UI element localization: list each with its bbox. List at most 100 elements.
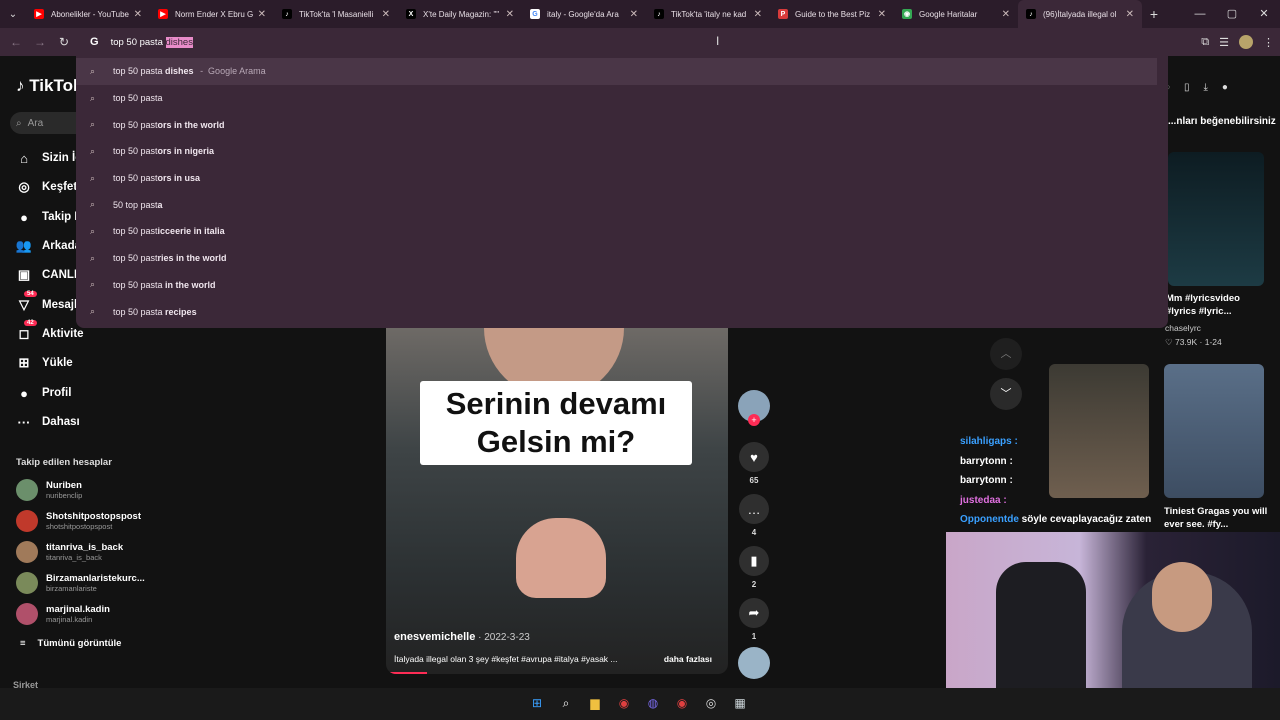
see-more-link[interactable]: daha fazlası: [664, 654, 712, 664]
maximize-button[interactable]: ▢: [1216, 0, 1248, 28]
tab-list-icon[interactable]: ☰: [1219, 36, 1229, 49]
sidebar-icon: ◎: [16, 179, 32, 195]
browser-tab[interactable]: ▶ Abonelikler - YouTube ✕: [26, 0, 150, 28]
minimize-button[interactable]: —: [1184, 0, 1216, 28]
new-tab-button[interactable]: +: [1142, 6, 1166, 22]
followed-account[interactable]: Nuriben nuribenclip: [16, 479, 156, 501]
browser-tab[interactable]: ◉ Google Haritalar ✕: [894, 0, 1018, 28]
suggested-video-1-title[interactable]: Mm #lyricsvideo #lyrics #lyric...: [1166, 292, 1266, 318]
tab-close-icon[interactable]: ✕: [754, 9, 762, 20]
like-button[interactable]: ♥ 65: [738, 442, 770, 485]
tab-title: Guide to the Best Piz: [795, 9, 871, 19]
followed-account[interactable]: titanriva_is_back titanriva_is_back: [16, 541, 156, 563]
browser-toolbar: ← → ↻ G top 50 pasta dishes ⧉ ☰ ⋮: [0, 28, 1280, 56]
omnibox-suggestion[interactable]: ⌕ top 50 past ries in the world: [76, 245, 1168, 272]
share-button[interactable]: ➦ 1: [738, 598, 770, 641]
chrome-icon[interactable]: ◉: [615, 694, 633, 712]
sidebar-item[interactable]: ··· Dahası: [16, 414, 80, 430]
menu-kebab-icon[interactable]: ⋮: [1263, 36, 1274, 49]
address-bar[interactable]: G top 50 pasta dishes: [78, 30, 1158, 54]
music-disc-avatar[interactable]: [738, 647, 770, 679]
file-explorer-icon[interactable]: ▆: [586, 694, 604, 712]
browser-tab[interactable]: ♪ (96)İtalyada illegal ol ✕: [1018, 0, 1142, 28]
search-icon: ⌕: [90, 252, 96, 263]
tab-close-icon[interactable]: ✕: [1126, 9, 1134, 20]
tab-close-icon[interactable]: ✕: [382, 9, 390, 20]
browser-tab[interactable]: P Guide to the Best Piz ✕: [770, 0, 894, 28]
sidebar-item[interactable]: ◎ Keşfet: [16, 179, 77, 195]
sidebar-item[interactable]: ◻ 42 Aktivite: [16, 320, 84, 342]
omnibox-suggestion[interactable]: ⌕ top 50 past ors in nigeria: [76, 138, 1168, 165]
browser-tab[interactable]: ♪ TikTok'ta 'italy ne kad ✕: [646, 0, 770, 28]
followed-account[interactable]: marjinal.kadin marjinal.kadin: [16, 603, 156, 625]
back-button[interactable]: ←: [4, 35, 28, 49]
followed-account[interactable]: Birzamanlaristekurc... birzamanlariste: [16, 572, 156, 594]
user-avatar[interactable]: ●: [1222, 82, 1228, 93]
extensions-icon[interactable]: ⧉: [1201, 36, 1209, 49]
chat-message: barrytonn :: [960, 475, 1151, 495]
tab-close-icon[interactable]: ✕: [506, 9, 514, 20]
tiktok-note-icon: ♪: [16, 76, 25, 95]
phone-icon[interactable]: ▯: [1184, 82, 1190, 93]
tab-close-icon[interactable]: ✕: [878, 9, 886, 20]
suggested-video-thumb-2[interactable]: [1164, 364, 1264, 498]
search-icon: ⌕: [90, 145, 96, 156]
browser-tab[interactable]: ▶ Norm Ender X Ebru G ✕: [150, 0, 274, 28]
windows-start-icon[interactable]: ⊞: [528, 694, 546, 712]
search-icon[interactable]: ⌕: [557, 694, 575, 712]
see-all-button[interactable]: ≡ Tümünü görüntüle: [20, 638, 121, 649]
video-author[interactable]: enesvemichelle · 2022-3-23: [394, 631, 530, 643]
previous-video-button[interactable]: ︿: [990, 338, 1022, 370]
reload-button[interactable]: ↻: [52, 35, 76, 49]
sidebar-icon: ◻ 42: [16, 320, 37, 342]
follow-plus-icon[interactable]: +: [748, 414, 760, 426]
chat-username: barrytonn :: [960, 475, 1013, 486]
save-button[interactable]: ▮ 2: [738, 546, 770, 589]
comment-button[interactable]: … 4: [738, 494, 770, 537]
tab-close-icon[interactable]: ✕: [134, 9, 142, 20]
sidebar-item[interactable]: ▣ CANLI: [16, 267, 77, 283]
video-caption-overlay: Serinin devamı Gelsin mi?: [420, 381, 692, 465]
tab-favicon-icon: ♪: [654, 9, 664, 19]
video-hands: [516, 518, 606, 598]
close-window-button[interactable]: ✕: [1248, 0, 1280, 28]
browser-tab[interactable]: ♪ TikTok'ta 'l Masanielli ✕: [274, 0, 398, 28]
download-icon[interactable]: ⤓: [1203, 82, 1207, 93]
suggested-video-1-author[interactable]: chaselyrc: [1165, 323, 1201, 333]
browser-tab[interactable]: X X'te Daily Magazin: "" ✕: [398, 0, 522, 28]
omnibox-suggestion[interactable]: ⌕ top 50 past ors in usa: [76, 165, 1168, 192]
omnibox-suggestion[interactable]: ⌕ top 50 pasta: [76, 85, 1168, 112]
sidebar-glyph: ⊞: [18, 355, 30, 370]
next-video-button[interactable]: ﹀: [990, 378, 1022, 410]
share-arrow-icon: ➦: [739, 598, 769, 628]
tab-close-icon[interactable]: ✕: [258, 9, 266, 20]
omnibox-suggestion[interactable]: ⌕ top 50 past icceerie in italia: [76, 218, 1168, 245]
profile-avatar[interactable]: [1239, 35, 1253, 49]
video-progress-bar[interactable]: [386, 672, 428, 674]
account-handle: shotshitpostopspost: [46, 522, 113, 531]
followed-account[interactable]: Shotshitpostopspost shotshitpostopspost: [16, 510, 156, 532]
omnibox-suggestion[interactable]: ⌕ top 50 past ors in the world: [76, 111, 1168, 138]
video-player[interactable]: Serinin devamı Gelsin mi? enesvemichelle…: [386, 328, 728, 674]
tab-close-icon[interactable]: ✕: [630, 9, 638, 20]
browser-tab[interactable]: Gitaly - Google'da Ara ✕: [522, 0, 646, 28]
discord-icon[interactable]: ◍: [644, 694, 662, 712]
tab-search-chevron-icon[interactable]: ⌄: [0, 0, 26, 28]
obs-icon[interactable]: ◎: [702, 694, 720, 712]
chrome-active-icon[interactable]: ◉: [673, 694, 691, 712]
sidebar-item[interactable]: ● Profil: [16, 385, 71, 401]
forward-button[interactable]: →: [28, 35, 52, 49]
omnibox-suggestion[interactable]: ⌕ top 50 pasta in the world: [76, 272, 1168, 299]
notification-badge: 54: [24, 291, 37, 297]
chat-message: barrytonn :: [960, 456, 1151, 476]
omnibox-suggestion[interactable]: ⌕ top 50 pasta recipes: [76, 298, 1168, 325]
suggested-video-thumb-1[interactable]: [1168, 152, 1264, 286]
suggestion-completion: ors in the world: [157, 119, 225, 130]
suggested-video-2-title[interactable]: Tiniest Gragas you will ever see. #fy...: [1164, 505, 1268, 531]
omnibox-suggestion[interactable]: ⌕ 50 top past a: [76, 191, 1168, 218]
tiktok-logo[interactable]: ♪ TikTok: [16, 76, 82, 96]
omnibox-suggestion[interactable]: ⌕ top 50 pasta dishes - Google Arama: [76, 58, 1157, 85]
tab-close-icon[interactable]: ✕: [1002, 9, 1010, 20]
calculator-icon[interactable]: ▦: [731, 694, 749, 712]
sidebar-item[interactable]: ⊞ Yükle: [16, 355, 73, 371]
